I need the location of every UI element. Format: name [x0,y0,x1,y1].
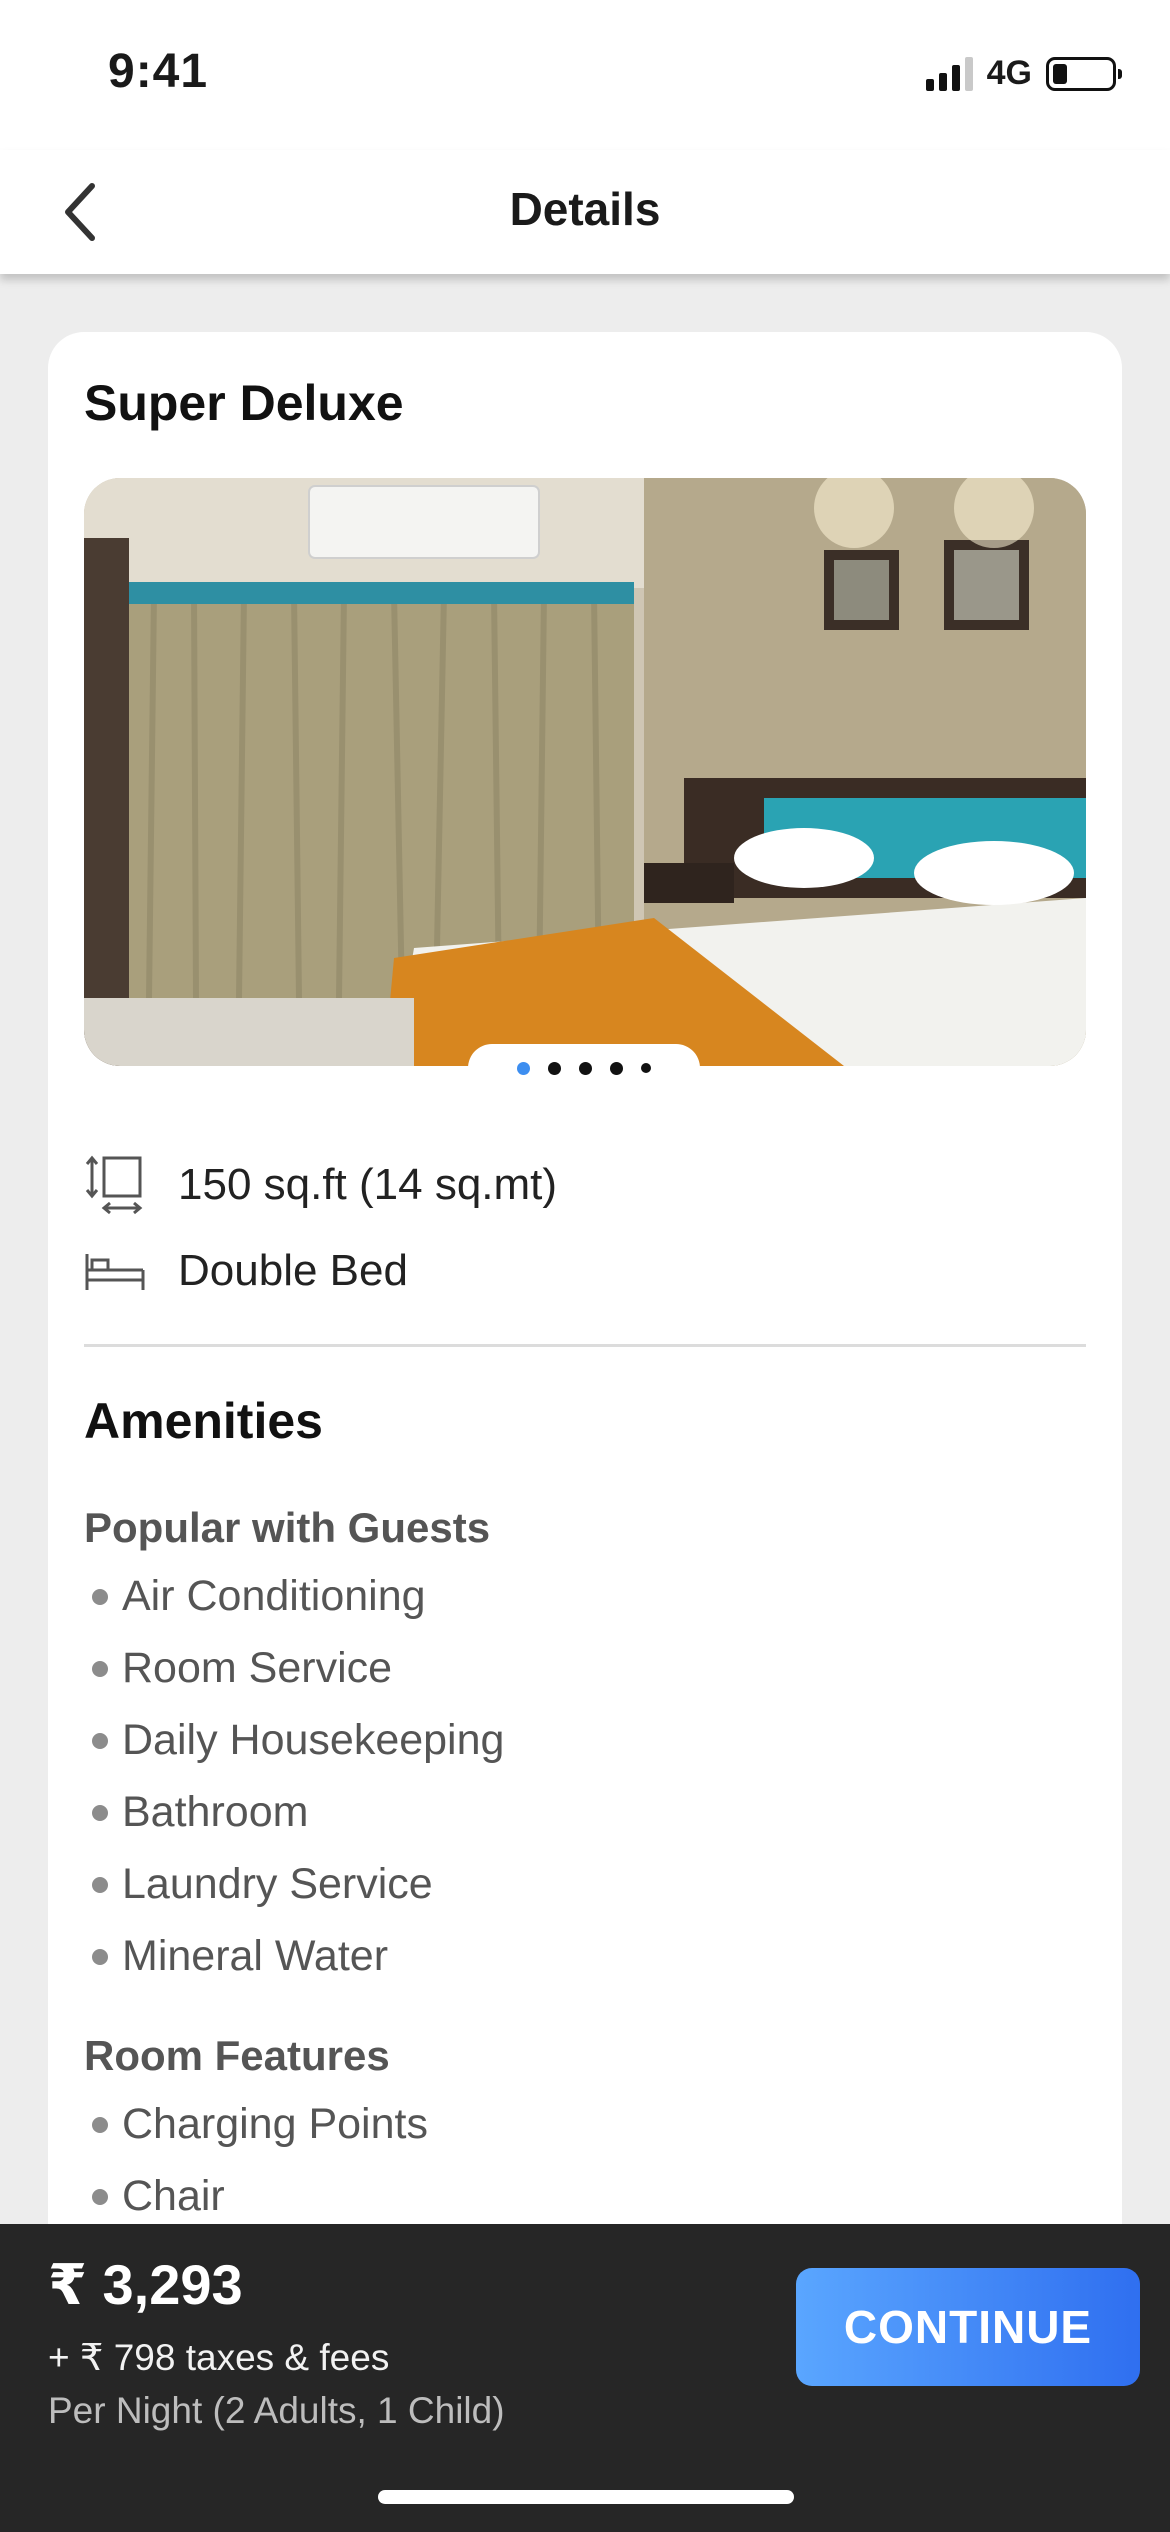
amenity-item: Charging Points [84,2100,428,2149]
cellular-signal-icon [925,56,973,91]
amenity-item: Chair [84,2172,225,2221]
bullet-icon [92,1876,108,1893]
room-size: 150 sq.ft (14 sq.mt) [178,1160,558,1209]
room-size-icon [84,1154,146,1216]
page-title: Details [509,183,661,235]
amenities-title: Amenities [84,1393,323,1449]
amenity-item: Air Conditioning [84,1572,426,1621]
bullet-icon [92,2116,108,2133]
bullet-icon [92,1588,108,1605]
pagination-dot[interactable] [579,1061,592,1075]
price-basis: Per Night (2 Adults, 1 Child) [48,2390,505,2431]
amenity-group-title: Room Features [84,2032,390,2079]
room-photo [84,478,1086,1066]
network-type: 4G [986,54,1032,92]
carousel-pagination[interactable] [468,1044,700,1092]
room-details-card: Super Deluxe 150 sq.ft (14 sq.mt) Double… [48,332,1122,2332]
taxes-and-fees: + ₹ 798 taxes & fees [48,2337,390,2378]
booking-footer: ₹ 3,293 + ₹ 798 taxes & fees Per Night (… [0,2224,1170,2532]
bullet-icon [92,1948,108,1965]
room-photo-carousel[interactable] [84,478,1086,1066]
bullet-icon [92,1804,108,1821]
room-size-row: 150 sq.ft (14 sq.mt) [84,1154,557,1216]
bed-type-row: Double Bed [84,1240,408,1302]
section-divider [84,1344,1086,1347]
pagination-dot[interactable] [548,1061,561,1075]
amenity-item: Bathroom [84,1788,308,1837]
navigation-bar: Details [0,150,1170,274]
bullet-icon [92,1732,108,1749]
status-indicators: 4G [925,54,1122,93]
continue-button[interactable]: CONTINUE [796,2268,1140,2386]
amenity-item: Daily Housekeeping [84,1716,504,1765]
amenity-group-title: Popular with Guests [84,1504,491,1551]
amenity-item: Laundry Service [84,1860,433,1909]
battery-icon [1046,56,1122,91]
room-price: ₹ 3,293 [48,2253,243,2316]
amenity-item: Mineral Water [84,1932,388,1981]
status-time: 9:41 [108,45,209,98]
bullet-icon [92,2188,108,2205]
status-bar: 9:41 4G [0,0,1170,150]
pagination-dot[interactable] [610,1061,623,1075]
amenity-item: Room Service [84,1644,392,1693]
pagination-dot-active[interactable] [517,1061,530,1075]
pagination-dot[interactable] [641,1063,651,1073]
bed-type: Double Bed [178,1246,408,1295]
room-name: Super Deluxe [84,375,404,431]
home-indicator[interactable] [378,2490,794,2504]
bed-icon [84,1240,146,1302]
bullet-icon [92,1660,108,1677]
